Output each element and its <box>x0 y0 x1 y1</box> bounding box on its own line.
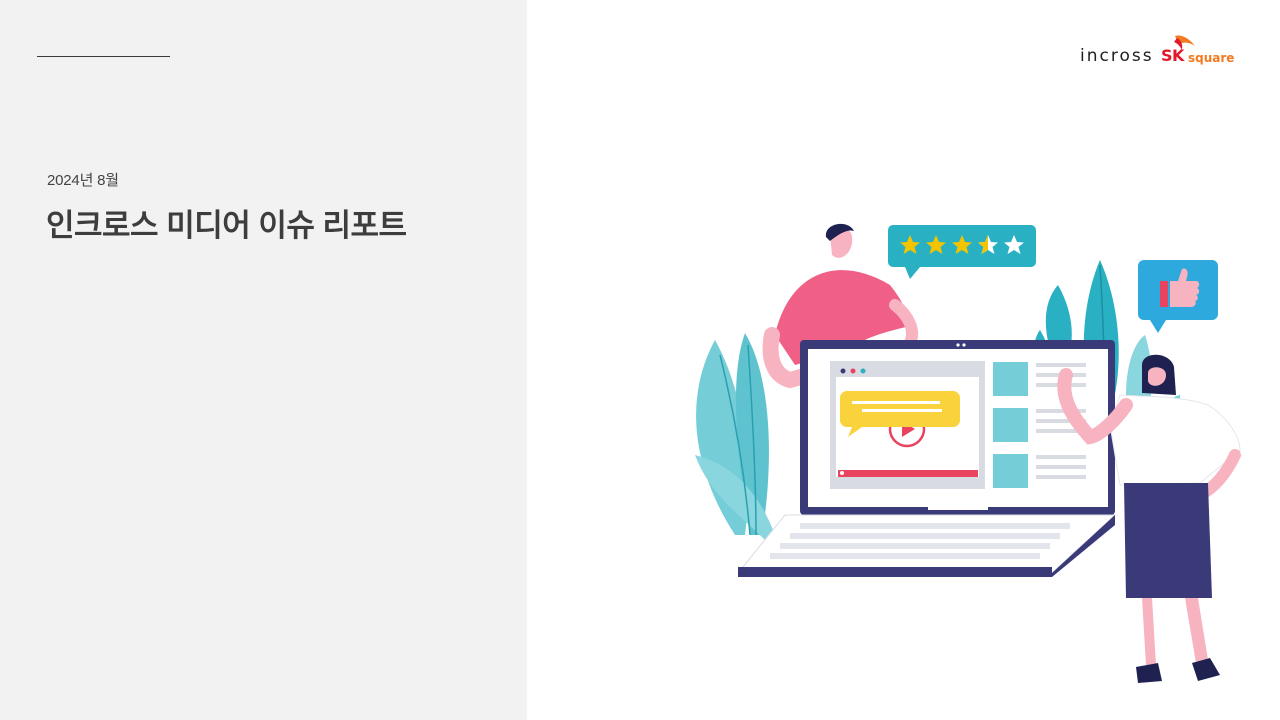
left-leaves <box>695 333 775 540</box>
top-rule <box>37 56 170 57</box>
thumbs-up-bubble <box>1138 260 1218 333</box>
report-title: 인크로스 미디어 이슈 리포트 <box>46 208 407 243</box>
logo-incross-text: incross <box>1080 46 1154 66</box>
sk-wing-icon <box>1174 35 1195 50</box>
left-panel: 2024년 8월 인크로스 미디어 이슈 리포트 <box>0 0 527 720</box>
media-illustration <box>695 223 1241 683</box>
rating-bubble <box>888 225 1036 279</box>
logo: incross SK square <box>1080 34 1240 74</box>
report-date: 2024년 8월 <box>47 172 119 189</box>
logo-square-text: square <box>1188 51 1235 65</box>
